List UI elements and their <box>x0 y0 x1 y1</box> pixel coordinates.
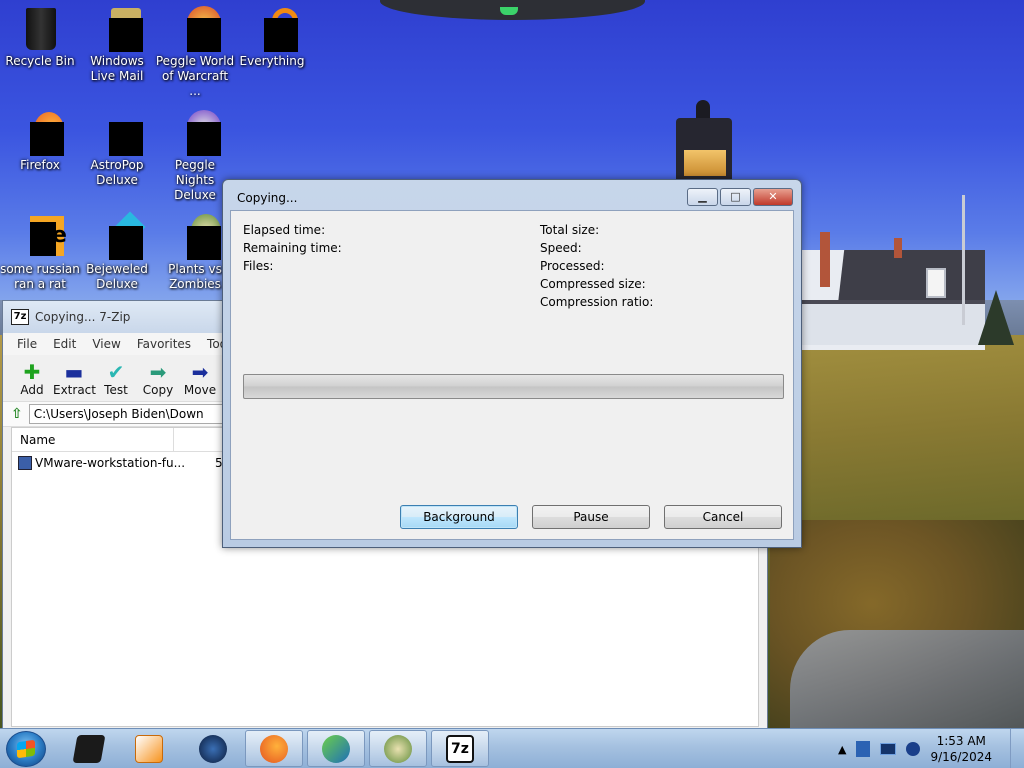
desktop-icon-firefox[interactable]: Firefox <box>0 108 80 173</box>
dialog-body: Elapsed time: Remaining time: Files: Tot… <box>230 210 794 540</box>
up-folder-icon[interactable]: ⇧ <box>11 406 23 422</box>
tray-sync-icon[interactable] <box>906 742 921 756</box>
menu-view[interactable]: View <box>84 337 128 351</box>
total-size-label: Total size: <box>540 223 600 237</box>
close-button[interactable]: ✕ <box>753 188 793 206</box>
pause-button[interactable]: Pause <box>532 505 650 529</box>
copy-arrow-icon: ➡ <box>149 360 167 384</box>
minus-icon: ▬ <box>64 360 84 384</box>
chimney <box>820 232 830 287</box>
media-icon <box>72 734 106 763</box>
desktop-icon-bejeweled[interactable]: Bejeweled Deluxe <box>77 211 157 292</box>
tray-network-icon[interactable] <box>880 743 897 755</box>
clock[interactable]: 1:53 AM 9/16/2024 <box>930 733 992 765</box>
firefox-icon <box>16 108 64 156</box>
globe-icon <box>199 734 227 763</box>
remaining-time-label: Remaining time: <box>243 241 342 255</box>
menu-file[interactable]: File <box>9 337 45 351</box>
tray-expand-icon[interactable]: ▲ <box>838 743 846 756</box>
taskbar-item-firefox[interactable] <box>245 730 303 767</box>
clock-date: 9/16/2024 <box>930 750 992 764</box>
maximize-icon: □ <box>730 190 741 203</box>
7zip-icon: 7z <box>11 309 29 325</box>
copy-button[interactable]: ➡ Copy <box>137 361 179 397</box>
desktop-icon-astropop[interactable]: AstroPop Deluxe <box>77 108 157 188</box>
move-button[interactable]: ➡ Move <box>179 361 221 397</box>
move-arrow-icon: ➡ <box>191 360 209 384</box>
gadget-indicator-icon <box>500 7 518 15</box>
plus-icon: ✚ <box>23 360 41 384</box>
menu-edit[interactable]: Edit <box>45 337 84 351</box>
plants-icon <box>384 734 412 763</box>
test-button[interactable]: ✔ Test <box>95 361 137 397</box>
start-button[interactable] <box>6 731 46 767</box>
minimize-icon: ▁ <box>698 190 707 203</box>
background-button[interactable]: Background <box>400 505 518 529</box>
taskbar-item-plants[interactable] <box>369 730 427 767</box>
menu-favorites[interactable]: Favorites <box>129 337 199 351</box>
peggle-icon <box>171 4 221 52</box>
close-icon: ✕ <box>768 190 778 203</box>
taskbar: 7z ▲ 1:53 AM 9/16/2024 <box>0 728 1024 768</box>
top-gadget[interactable] <box>380 0 645 20</box>
column-name[interactable]: Name <box>12 427 174 452</box>
astropop-icon <box>93 108 143 156</box>
desktop-icon-everything[interactable]: Everything <box>232 4 312 69</box>
tray-security-icon[interactable] <box>856 741 871 757</box>
dialog-title: Copying... <box>237 191 298 205</box>
desktop-icon-some-russian[interactable]: e some russian ran a rat <box>0 212 80 292</box>
elapsed-time-label: Elapsed time: <box>243 223 326 237</box>
files-label: Files: <box>243 259 274 273</box>
chimney <box>894 238 902 258</box>
windows-logo-icon <box>17 739 35 759</box>
plants-icon <box>171 212 221 260</box>
clock-time: 1:53 AM <box>936 734 986 748</box>
taskbar-item-media[interactable] <box>60 730 118 767</box>
desktop-icon-recycle-bin[interactable]: Recycle Bin <box>0 4 80 69</box>
house-porch <box>800 300 985 345</box>
flag-pole <box>962 195 965 325</box>
7zip-title: Copying... 7-Zip <box>35 310 131 324</box>
extract-button[interactable]: ▬ Extract <box>53 360 96 397</box>
cancel-button[interactable]: Cancel <box>664 505 782 529</box>
download-manager-icon <box>322 734 350 763</box>
file-name: VMware-workstation-fu... <box>35 456 186 470</box>
system-tray: ▲ 1:53 AM 9/16/2024 <box>838 732 1016 766</box>
copying-dialog[interactable]: Copying... ▁ □ ✕ Elapsed time: Remaining… <box>222 179 802 548</box>
show-desktop-button[interactable] <box>1010 729 1024 768</box>
ie-icon: e <box>16 212 67 260</box>
minimize-button[interactable]: ▁ <box>687 188 718 206</box>
search-icon <box>248 4 298 52</box>
compression-ratio-label: Compression ratio: <box>540 295 654 309</box>
peggle-nights-icon <box>171 108 221 156</box>
speed-label: Speed: <box>540 241 582 255</box>
window-controls: ▁ □ ✕ <box>687 188 793 206</box>
check-icon: ✔ <box>107 360 125 384</box>
taskbar-item-globe[interactable] <box>184 730 242 767</box>
player-icon <box>135 734 163 763</box>
firefox-icon <box>260 734 288 763</box>
taskbar-item-7zip[interactable]: 7z <box>431 730 489 767</box>
mail-icon <box>93 4 143 52</box>
desktop-icon-peggle-wow[interactable]: Peggle World of Warcraft ... <box>155 4 235 99</box>
maximize-button[interactable]: □ <box>720 188 751 206</box>
processed-label: Processed: <box>540 259 605 273</box>
taskbar-item-download-manager[interactable] <box>307 730 365 767</box>
file-icon <box>18 456 32 470</box>
progress-bar <box>243 374 784 399</box>
7zip-icon: 7z <box>446 734 474 763</box>
compressed-size-label: Compressed size: <box>540 277 646 291</box>
rocks <box>790 630 1024 728</box>
recycle-bin-icon <box>16 4 64 52</box>
house-window <box>926 268 946 298</box>
add-button[interactable]: ✚ Add <box>11 361 53 397</box>
bejeweled-icon <box>93 211 146 260</box>
lighthouse-lamp <box>684 150 726 176</box>
taskbar-item-player[interactable] <box>120 730 178 767</box>
house-roof <box>837 250 985 305</box>
desktop-icon-windows-live-mail[interactable]: Windows Live Mail <box>77 4 157 84</box>
